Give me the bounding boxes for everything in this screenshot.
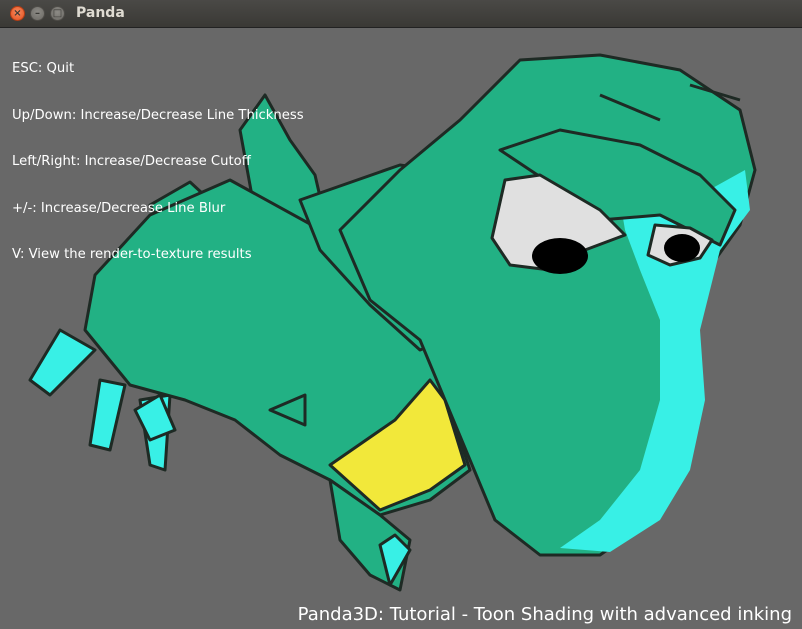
help-line-cutoff: Left/Right: Increase/Decrease Cutoff (12, 154, 251, 169)
app-window: × – □ Panda ESC: Quit Up/Down: Increase/… (0, 0, 802, 629)
title-bar[interactable]: × – □ Panda (0, 0, 802, 28)
close-icon[interactable]: × (10, 6, 25, 21)
help-line-thickness: Up/Down: Increase/Decrease Line Thicknes… (12, 107, 304, 123)
tutorial-caption: Panda3D: Tutorial - Toon Shading with ad… (297, 604, 792, 625)
help-line-blur: +/-: Increase/Decrease Line Blur (12, 200, 226, 216)
help-line-view: V: View the render-to-texture results (12, 247, 252, 262)
render-viewport[interactable]: ESC: Quit Up/Down: Increase/Decrease Lin… (0, 28, 802, 629)
maximize-icon[interactable]: □ (50, 6, 65, 21)
help-text: ESC: Quit Up/Down: Increase/Decrease Lin… (12, 30, 304, 294)
dragon-pupil-right (664, 234, 700, 262)
window-title: Panda (76, 5, 125, 21)
dragon-spike (28, 328, 97, 397)
minimize-icon[interactable]: – (30, 6, 45, 21)
dragon-spike (88, 378, 127, 452)
dragon-pupil-left (532, 238, 588, 274)
help-line-quit: ESC: Quit (12, 61, 75, 76)
